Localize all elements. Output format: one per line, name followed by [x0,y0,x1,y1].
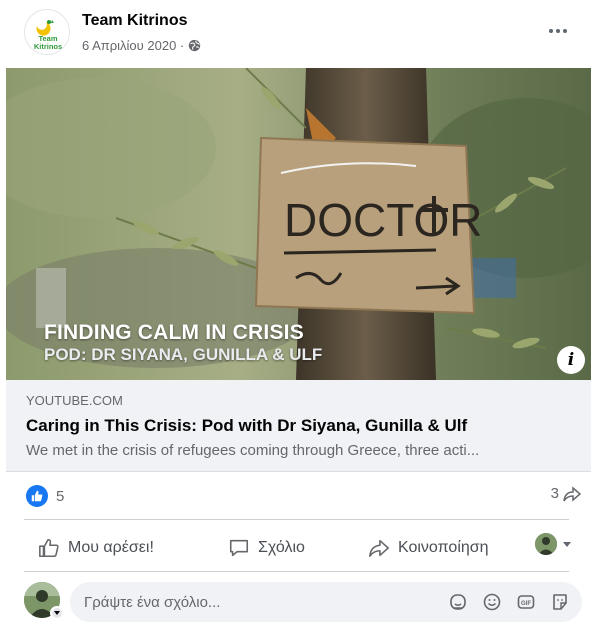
share-count-label: 3 [550,485,559,502]
video-thumbnail[interactable]: DOCTOR FINDING CALM IN CRISIS POD: DR SI… [6,68,591,380]
comment-bubble-icon [229,539,249,557]
globe-icon [189,39,201,52]
sticker-face-icon[interactable] [448,592,468,612]
link-domain: YOUTUBE.COM [26,393,123,408]
video-overlay-title: FINDING CALM IN CRISIS [44,321,304,344]
link-title: Caring in This Crisis: Pod with Dr Siyan… [26,416,468,435]
more-options-button[interactable] [543,19,573,43]
svg-text:GIF: GIF [521,601,531,607]
avatar-chevron-icon[interactable] [50,606,64,620]
comment-input[interactable] [84,582,424,622]
share-count[interactable]: 3 [551,485,581,502]
reactions-summary[interactable]: 5 [26,485,64,507]
share-arrow-icon [563,485,581,502]
post-card: Team Kitrinos Team Kitrinos 6 Απριλίου 2… [0,0,591,627]
reaction-count: 5 [56,487,65,505]
page-avatar[interactable]: Team Kitrinos [24,9,70,55]
info-icon[interactable]: i [557,346,585,374]
divider [24,571,569,572]
sticker-icon[interactable] [550,592,570,612]
gif-icon[interactable]: GIF [516,592,536,612]
profile-avatar [535,533,557,555]
post-meta: 6 Απριλίου 2020 · [82,38,201,53]
like-button[interactable]: Μου αρέσει! [38,530,154,566]
post-date[interactable]: 6 Απριλίου 2020 · [82,38,184,53]
like-reaction-icon [26,485,48,507]
link-description: We met in the crisis of refugees coming … [26,442,480,459]
ellipsis-icon [549,29,553,33]
sign-text: DOCTOR [284,194,483,246]
comment-button[interactable]: Σχόλιο [228,530,305,566]
audience-selector[interactable] [535,533,571,555]
comment-label: Σχόλιο [258,539,305,556]
share-button[interactable]: Κοινοποίηση [368,530,489,566]
avatar-text-2: Kitrinos [34,42,62,51]
divider [24,519,569,520]
emoji-icon[interactable] [482,592,502,612]
like-label: Μου αρέσει! [68,539,154,556]
chevron-down-icon [563,541,571,547]
thumbs-up-icon [39,538,59,558]
share-label: Κοινοποίηση [398,539,489,556]
author-name[interactable]: Team Kitrinos [82,12,188,30]
video-overlay-subtitle: POD: DR SIYANA, GUNILLA & ULF [44,345,323,364]
share-icon [369,539,389,558]
comment-composer: GIF [70,582,582,622]
link-preview[interactable]: YOUTUBE.COM Caring in This Crisis: Pod w… [6,380,591,472]
